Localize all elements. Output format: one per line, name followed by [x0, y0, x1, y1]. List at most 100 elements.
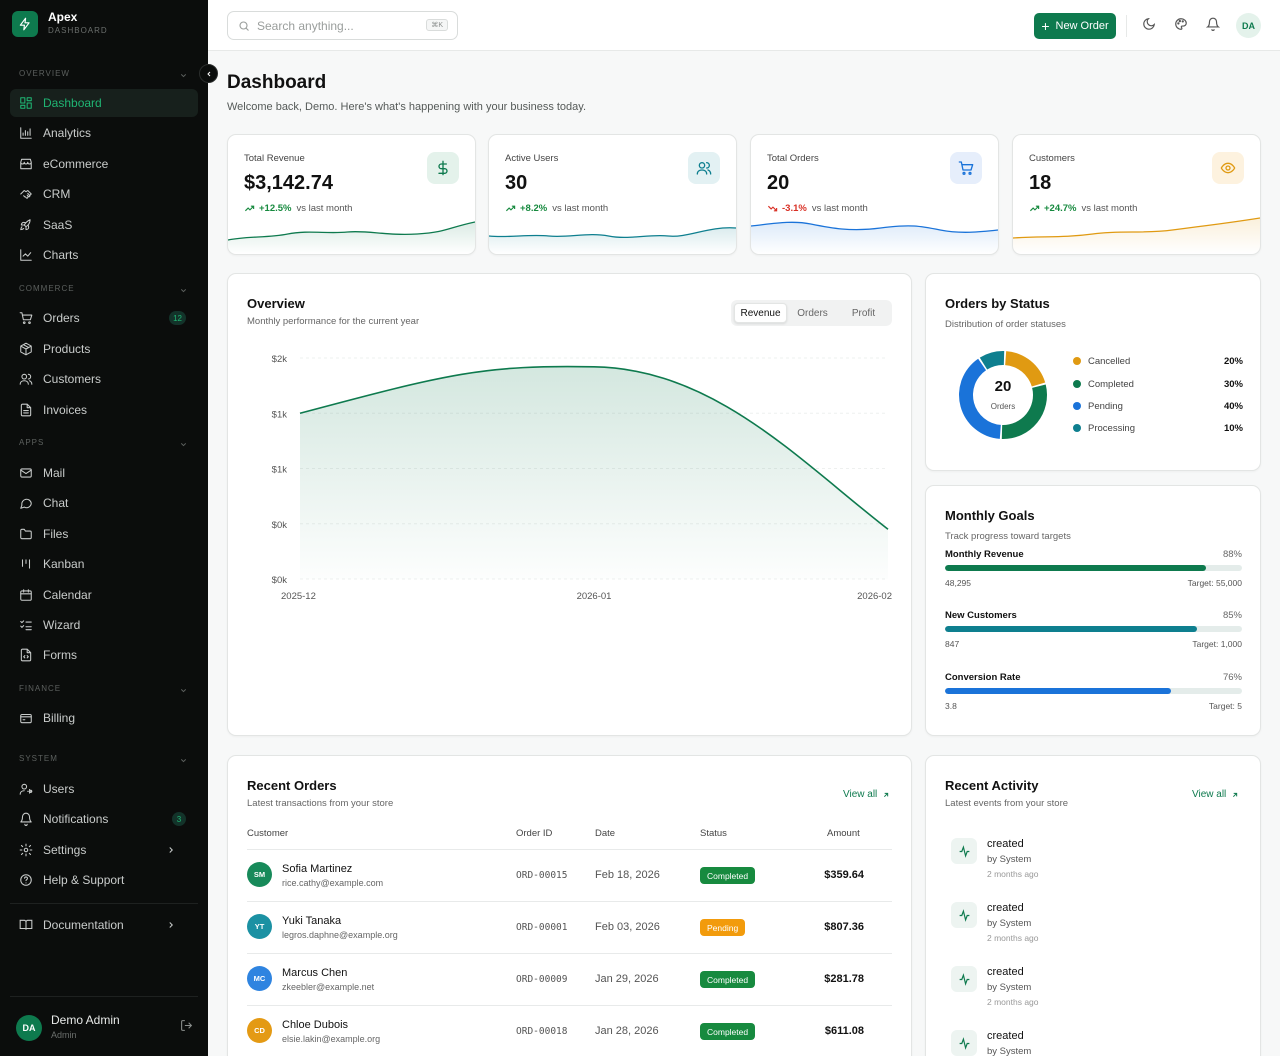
sidebar-item-forms[interactable]: Forms [10, 641, 198, 669]
sidebar-section-overview[interactable]: OVERVIEW [19, 69, 70, 78]
order-id: ORD-00018 [516, 1026, 568, 1037]
cart-icon [19, 312, 33, 325]
sidebar-item-charts[interactable]: Charts [10, 241, 198, 269]
section-collapse-button[interactable] [179, 753, 188, 768]
activity-item[interactable]: createdby System2 months ago [951, 902, 1251, 962]
moon-icon[interactable] [1142, 17, 1156, 31]
sidebar-item-billing[interactable]: Billing [10, 704, 198, 732]
sidebar-item-label: Charts [43, 248, 79, 262]
palette-icon[interactable] [1174, 17, 1188, 31]
sidebar-item-calendar[interactable]: Calendar [10, 581, 198, 609]
sidebar-item-orders[interactable]: Orders 12 [10, 304, 198, 332]
goal-progress-fill [945, 626, 1198, 632]
search-input[interactable]: Search anything... ⌘K [227, 11, 458, 40]
sidebar-item-products[interactable]: Products [10, 335, 198, 363]
card-subtitle: Monthly performance for the current year [247, 316, 420, 327]
table-row[interactable]: MC Marcus Chen zkeebler@example.net ORD-000… [228, 954, 911, 1006]
legend-dot [1073, 402, 1081, 410]
activity-title: created [987, 1030, 1024, 1042]
sidebar-item-documentation[interactable]: Documentation [10, 911, 198, 939]
sidebar-item-kanban[interactable]: Kanban [10, 550, 198, 578]
sidebar-item-notifications[interactable]: Notifications 3 [10, 805, 198, 833]
sidebar-item-mail[interactable]: Mail [10, 459, 198, 487]
sidebar-item-crm[interactable]: CRM [10, 180, 198, 208]
sidebar-item-users[interactable]: Users [10, 775, 198, 803]
activity-item[interactable]: createdby System2 months ago [951, 966, 1251, 1026]
section-collapse-button[interactable] [179, 68, 188, 83]
sidebar-item-invoices[interactable]: Invoices [10, 396, 198, 424]
goal-progress-track [945, 688, 1242, 694]
sidebar-item-dashboard[interactable]: Dashboard [10, 89, 198, 117]
sidebar-item-saas[interactable]: SaaS [10, 211, 198, 239]
view-all-orders-link[interactable]: View all [843, 789, 890, 800]
table-row[interactable]: YT Yuki Tanaka legros.daphne@example.org OR… [228, 902, 911, 954]
order-amount: $281.78 [824, 973, 864, 985]
avatar[interactable]: DA [1236, 13, 1261, 38]
kanban-icon [21, 559, 31, 569]
sidebar-item-help-support[interactable]: Help & Support [10, 866, 198, 894]
sparkline [751, 221, 998, 254]
overview-area-chart: $2k $1k $1k $0k $0k 2025-12 2026-01 2026-02 [272, 354, 892, 602]
user-role: Admin [51, 1030, 77, 1040]
sidebar-section-apps[interactable]: APPS [19, 438, 44, 447]
card-subtitle: Distribution of order statuses [945, 319, 1066, 330]
sidebar-user[interactable]: DA Demo Admin Admin [16, 1013, 120, 1043]
section-collapse-button[interactable] [179, 283, 188, 298]
activity-item[interactable]: createdby System2 months ago [951, 838, 1251, 898]
donut-slice-pending[interactable] [959, 358, 1001, 439]
donut-total: 20 [994, 378, 1012, 395]
pulse-icon [959, 972, 969, 986]
activity-item[interactable]: createdby System2 months ago [951, 1030, 1251, 1056]
column-header-amount: Amount [827, 828, 860, 839]
sidebar-item-ecommerce[interactable]: eCommerce [10, 150, 198, 178]
view-all-activity-link[interactable]: View all [1192, 789, 1239, 800]
recent-activity-card: Recent Activity Latest events from your … [925, 755, 1261, 1056]
bell-icon [20, 812, 32, 826]
sparkline-area [228, 222, 475, 254]
goal-new-customers: New Customers 85% 847 Target: 1,000 [945, 610, 1242, 649]
sidebar-item-files[interactable]: Files [10, 520, 198, 548]
rocket-icon [20, 219, 31, 231]
brand[interactable]: Apex DASHBOARD [12, 11, 108, 37]
sidebar-item-chat[interactable]: Chat [10, 489, 198, 517]
wallet-icon [20, 713, 32, 724]
stat-label: Customers [1029, 153, 1075, 164]
bell-icon[interactable] [1206, 17, 1220, 31]
column-header-status: Status [700, 828, 727, 839]
sidebar-item-label: Customers [43, 372, 102, 386]
status-badge: Completed [700, 1023, 756, 1040]
users-icon [19, 373, 33, 385]
table-row[interactable]: SM Sofia Martinez rice.cathy@example.com OR… [228, 850, 911, 902]
logout-icon[interactable] [180, 1019, 193, 1032]
column-header-date: Date [595, 828, 616, 839]
sidebar-item-settings[interactable]: Settings [10, 836, 198, 864]
new-order-button[interactable]: + New Order [1034, 13, 1116, 39]
tab-profit[interactable]: Profit [838, 303, 889, 323]
table-row[interactable]: CD Chloe Dubois elsie.lakin@example.org ORD… [228, 1006, 911, 1056]
y-tick-label: $0k [272, 575, 288, 586]
sidebar-item-customers[interactable]: Customers [10, 365, 198, 393]
section-collapse-button[interactable] [179, 437, 188, 452]
sidebar-section-commerce[interactable]: COMMERCE [19, 284, 75, 293]
sidebar-section-system[interactable]: SYSTEM [19, 754, 58, 763]
goal-label: Monthly Revenue [945, 549, 1024, 560]
sparkline [228, 221, 475, 254]
avatar: CD [247, 1018, 272, 1043]
section-collapse-button[interactable] [179, 683, 188, 698]
sidebar-item-label: Settings [43, 843, 87, 857]
activity-pulse-icon [951, 1030, 977, 1056]
tab-revenue[interactable]: Revenue [734, 303, 787, 323]
collapse-sidebar-button[interactable] [199, 64, 218, 83]
order-date: Feb 18, 2026 [595, 869, 660, 881]
customer-name: Yuki Tanaka [282, 915, 342, 927]
sidebar-item-wizard[interactable]: Wizard [10, 611, 198, 639]
package-icon [20, 342, 32, 356]
goal-current: 48,295 [945, 578, 971, 588]
stat-value: $3,142.74 [244, 172, 333, 194]
goal-percent: 85% [1222, 610, 1242, 621]
sidebar-section-finance[interactable]: FINANCE [19, 684, 61, 693]
search-placeholder: Search anything... [257, 18, 354, 33]
sidebar-item-analytics[interactable]: Analytics [10, 119, 198, 147]
order-id: ORD-00009 [516, 974, 568, 985]
tab-orders[interactable]: Orders [787, 303, 838, 323]
